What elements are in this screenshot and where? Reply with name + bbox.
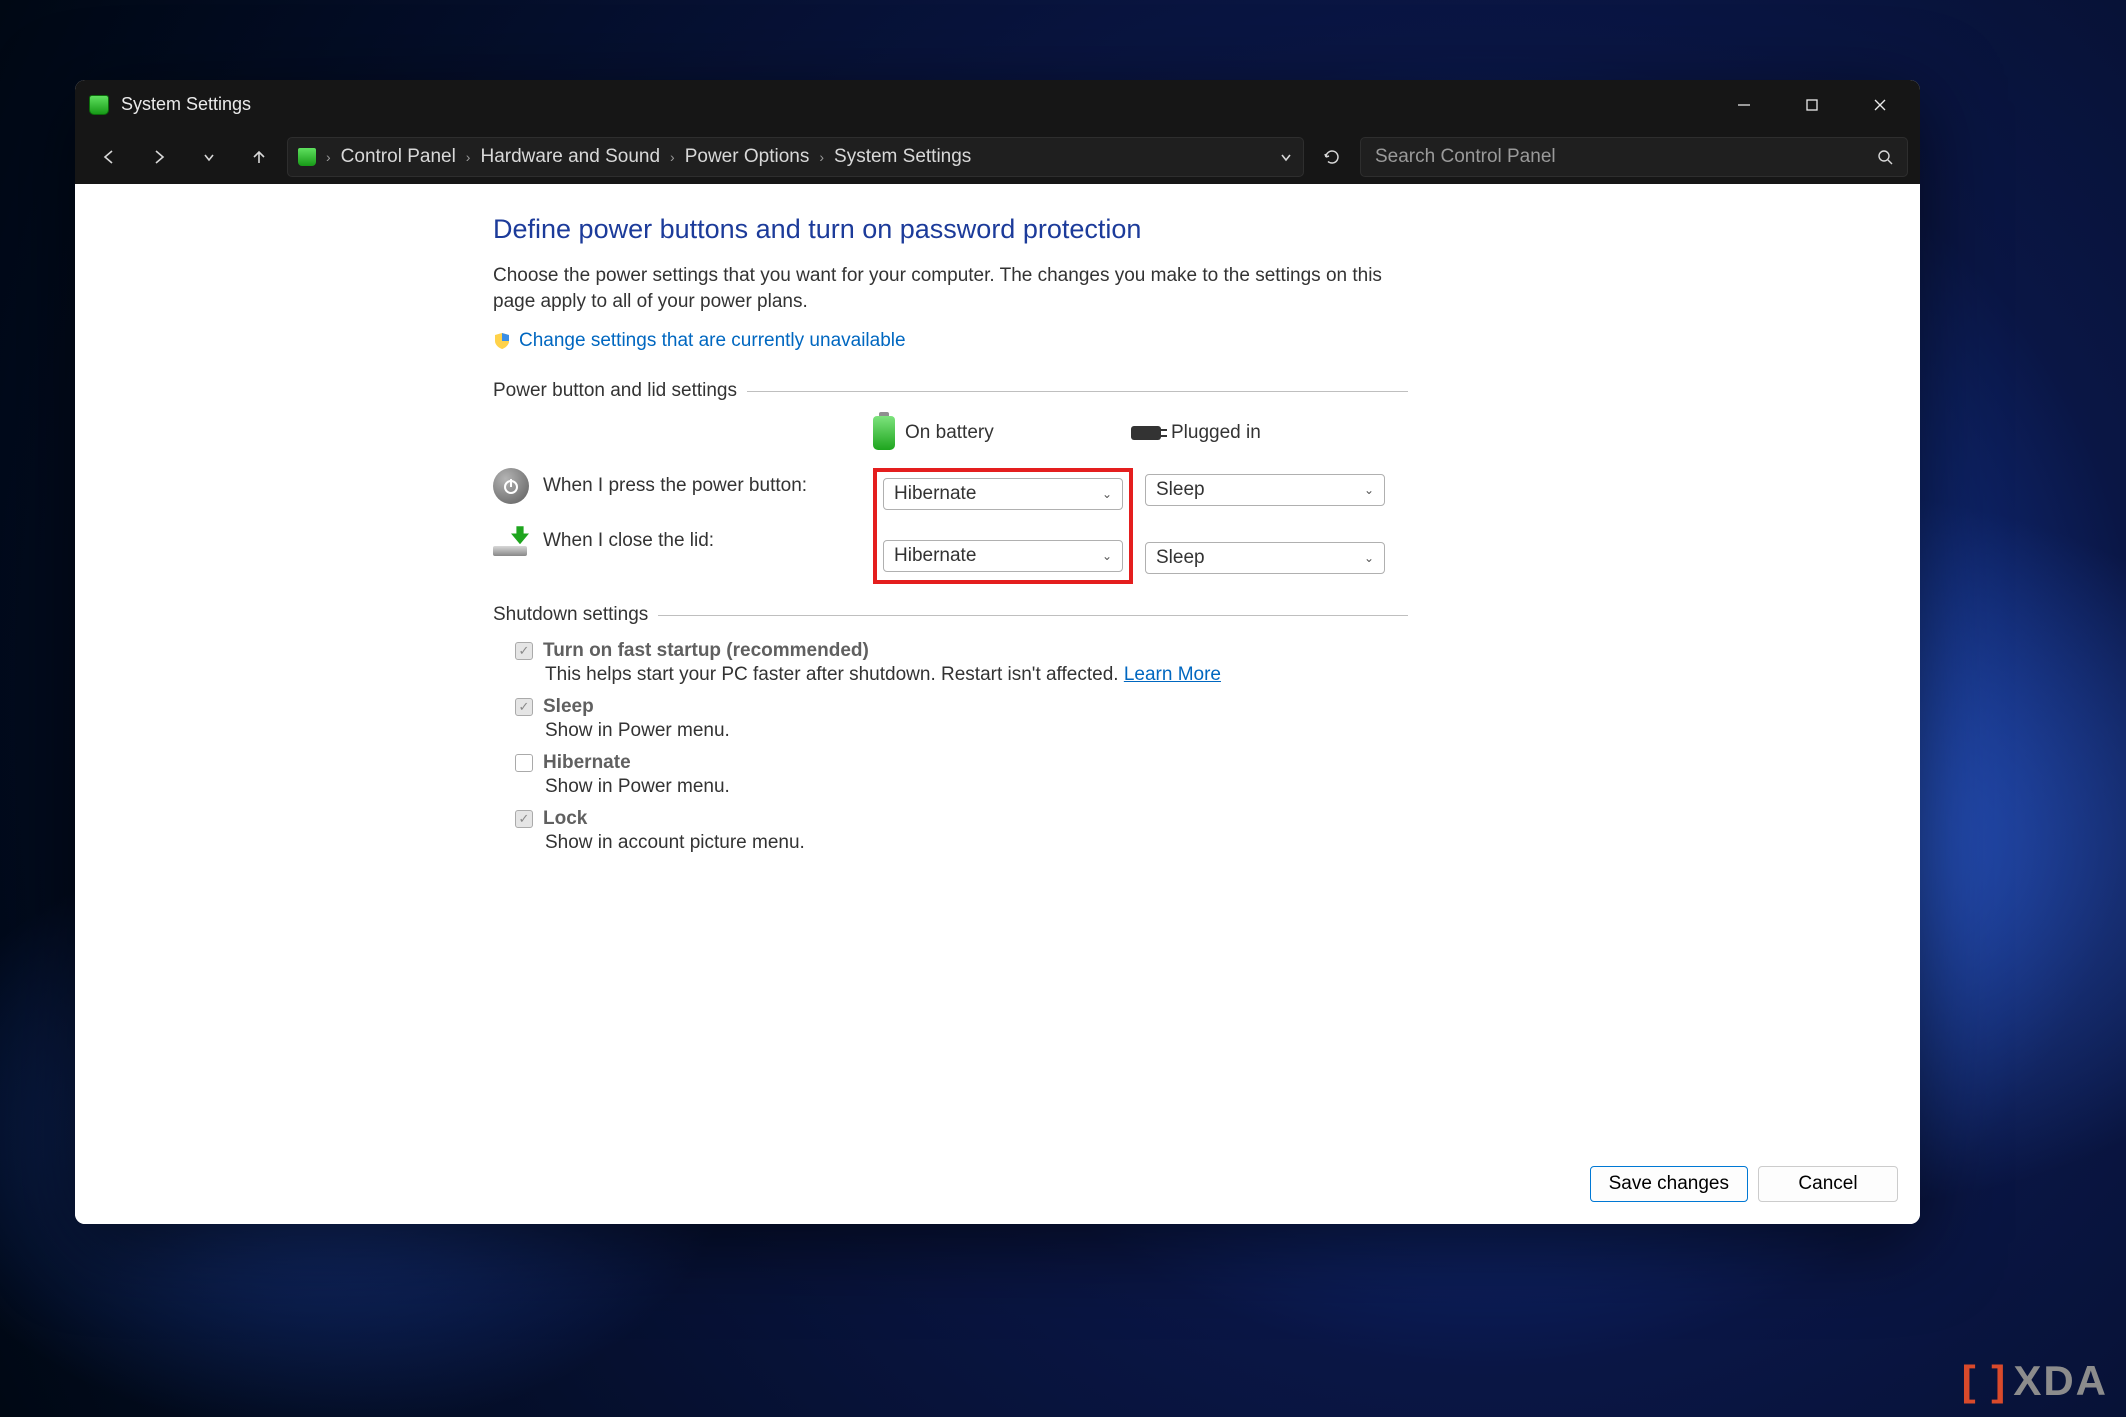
forward-button[interactable] [137, 137, 181, 177]
breadcrumb-icon [298, 148, 316, 166]
xda-watermark: [ ]XDA [1962, 1357, 2108, 1405]
sleep-label: Sleep [543, 696, 594, 718]
close-button[interactable] [1846, 80, 1914, 129]
battery-app-icon [89, 95, 109, 115]
chevron-down-icon: ⌄ [1102, 549, 1112, 563]
breadcrumb-item[interactable]: Power Options [685, 146, 810, 168]
hibernate-desc: Show in Power menu. [545, 776, 1408, 798]
fast-startup-label: Turn on fast startup (recommended) [543, 640, 869, 662]
sleep-desc: Show in Power menu. [545, 720, 1408, 742]
change-settings-link[interactable]: Change settings that are currently unava… [519, 330, 906, 352]
page-description: Choose the power settings that you want … [493, 263, 1408, 314]
breadcrumb-item[interactable]: System Settings [834, 146, 971, 168]
section-power-button-lid: Power button and lid settings [493, 380, 1408, 402]
footer: Save changes Cancel [75, 1153, 1920, 1224]
battery-icon [873, 416, 895, 450]
breadcrumb-expand-button[interactable] [1279, 150, 1293, 164]
power-button-on-battery-select[interactable]: Hibernate ⌄ [883, 478, 1123, 510]
lid-icon [493, 526, 529, 556]
maximize-button[interactable] [1778, 80, 1846, 129]
power-button-plugged-in-select[interactable]: Sleep ⌄ [1145, 474, 1385, 506]
control-panel-window: System Settings › Con [75, 80, 1920, 1224]
cancel-button[interactable]: Cancel [1758, 1166, 1898, 1202]
window-title: System Settings [121, 94, 251, 115]
search-icon [1877, 149, 1893, 165]
lock-desc: Show in account picture menu. [545, 832, 1408, 854]
back-button[interactable] [87, 137, 131, 177]
lock-checkbox [515, 810, 533, 828]
lid-plugged-in-select[interactable]: Sleep ⌄ [1145, 542, 1385, 574]
chevron-down-icon: ⌄ [1102, 487, 1112, 501]
search-placeholder: Search Control Panel [1375, 146, 1556, 168]
content-area: Define power buttons and turn on passwor… [75, 184, 1920, 1224]
uac-shield-icon [493, 332, 511, 350]
chevron-right-icon: › [815, 149, 828, 165]
learn-more-link[interactable]: Learn More [1124, 664, 1221, 685]
hibernate-checkbox [515, 754, 533, 772]
chevron-right-icon: › [666, 149, 679, 165]
section-shutdown: Shutdown settings [493, 604, 1408, 626]
column-on-battery: On battery [873, 416, 1131, 450]
breadcrumb[interactable]: › Control Panel › Hardware and Sound › P… [287, 137, 1304, 177]
search-input[interactable]: Search Control Panel [1360, 137, 1908, 177]
fast-startup-checkbox [515, 642, 533, 660]
lock-label: Lock [543, 808, 587, 830]
up-button[interactable] [237, 137, 281, 177]
chevron-right-icon: › [322, 149, 335, 165]
recent-dropdown-button[interactable] [187, 137, 231, 177]
chevron-right-icon: › [462, 149, 475, 165]
titlebar: System Settings [75, 80, 1920, 129]
row-power-label: When I press the power button: [543, 475, 807, 497]
refresh-button[interactable] [1310, 137, 1354, 177]
column-plugged-in: Plugged in [1131, 422, 1389, 444]
navbar: › Control Panel › Hardware and Sound › P… [75, 129, 1920, 184]
chevron-down-icon: ⌄ [1364, 483, 1374, 497]
fast-startup-desc: This helps start your PC faster after sh… [545, 664, 1124, 685]
sleep-checkbox [515, 698, 533, 716]
save-changes-button[interactable]: Save changes [1590, 1166, 1748, 1202]
row-lid-label: When I close the lid: [543, 530, 714, 552]
breadcrumb-item[interactable]: Hardware and Sound [480, 146, 660, 168]
power-button-icon [493, 468, 529, 504]
page-title: Define power buttons and turn on passwor… [493, 214, 1408, 245]
highlight-box: Hibernate ⌄ Hibernate ⌄ [873, 468, 1133, 584]
chevron-down-icon: ⌄ [1364, 551, 1374, 565]
hibernate-label: Hibernate [543, 752, 631, 774]
minimize-button[interactable] [1710, 80, 1778, 129]
lid-on-battery-select[interactable]: Hibernate ⌄ [883, 540, 1123, 572]
plug-icon [1131, 426, 1161, 440]
breadcrumb-item[interactable]: Control Panel [341, 146, 456, 168]
